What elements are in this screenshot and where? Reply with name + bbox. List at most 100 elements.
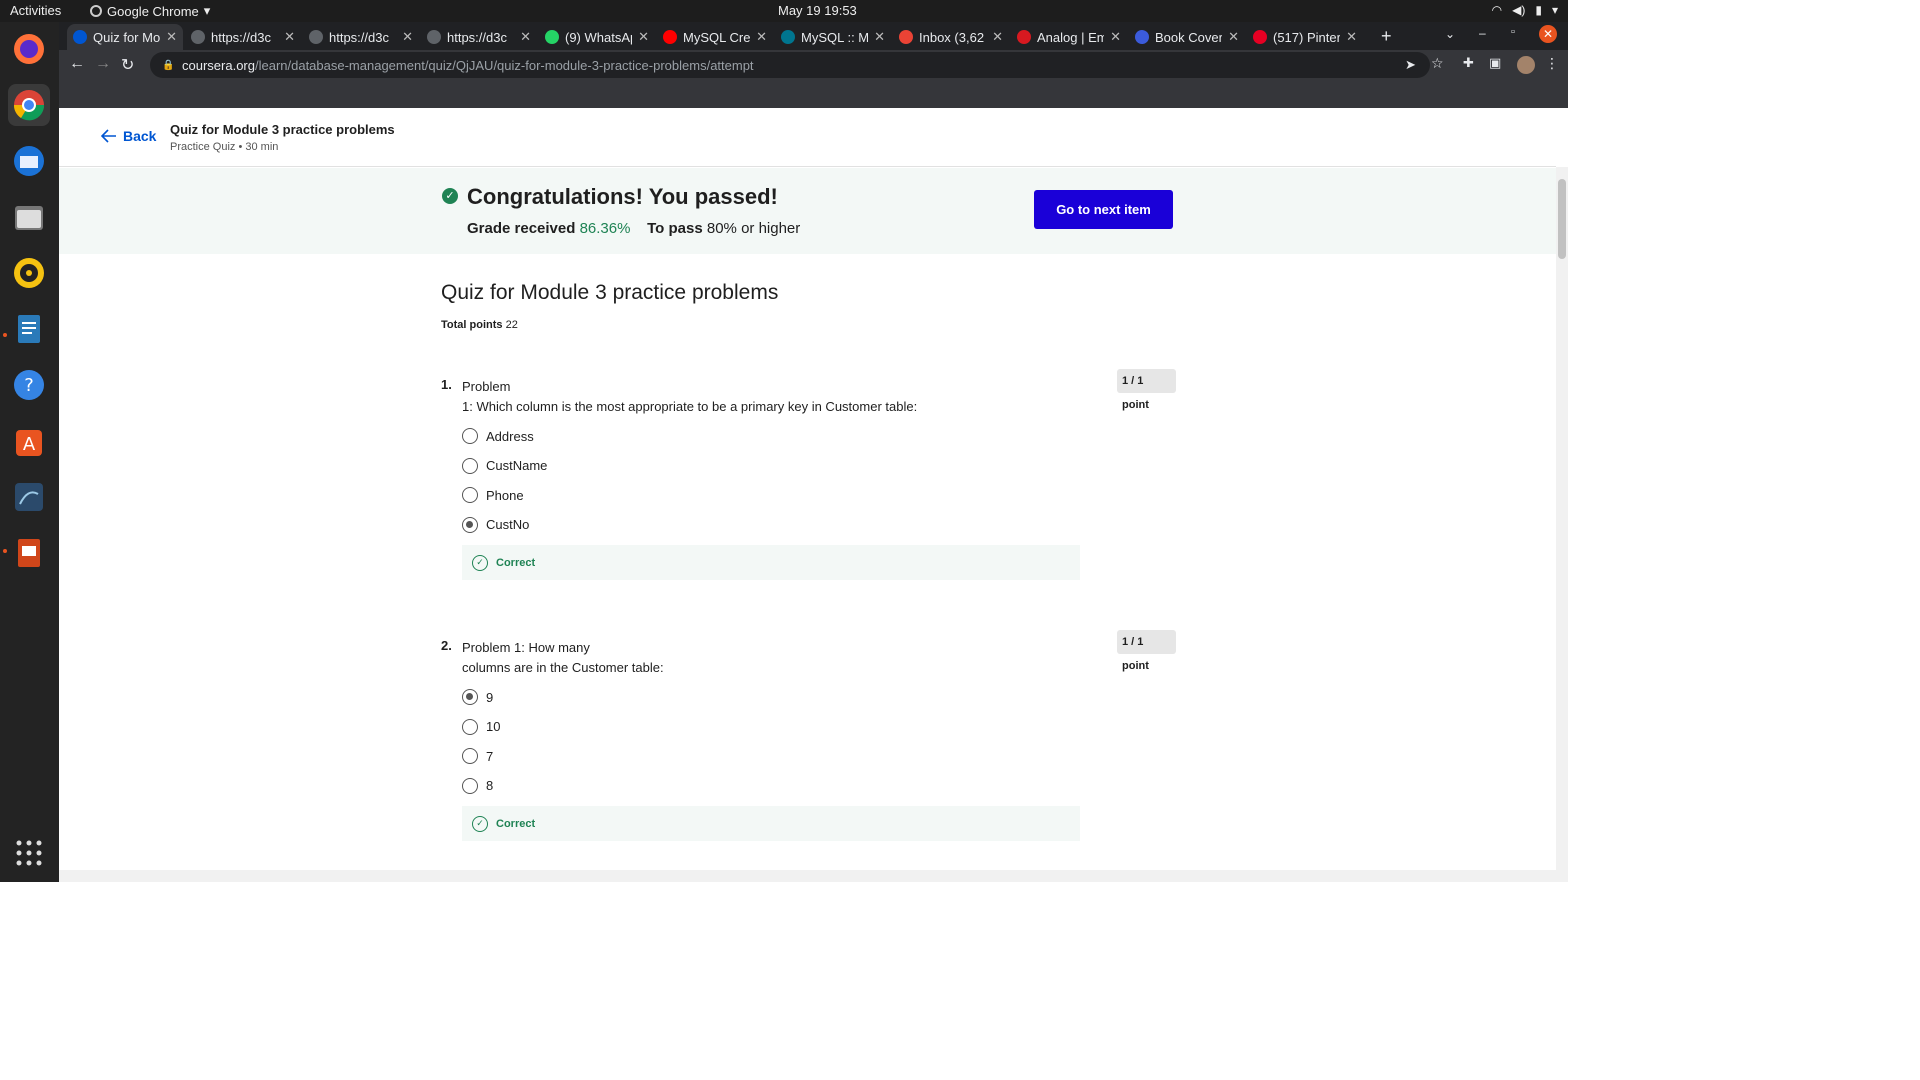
mysql-icon bbox=[781, 30, 795, 44]
tab-close-icon[interactable]: ✕ bbox=[402, 29, 413, 45]
wifi-icon: ◠ bbox=[1491, 3, 1503, 17]
tab-close-icon[interactable]: ✕ bbox=[1228, 29, 1239, 45]
header-subtitle: Practice Quiz • 30 min bbox=[170, 141, 279, 153]
question-number: 1. bbox=[441, 377, 452, 392]
answer-option[interactable]: CustName bbox=[462, 457, 547, 474]
firefox-icon[interactable] bbox=[8, 28, 50, 70]
option-label: 9 bbox=[486, 689, 494, 705]
browser-tab[interactable]: https://d3c ✕ bbox=[421, 24, 537, 50]
tab-search-icon[interactable]: ⌄ bbox=[1445, 27, 1455, 41]
back-label: Back bbox=[123, 128, 157, 144]
activities-button[interactable]: Activities bbox=[10, 3, 61, 18]
mysql-workbench-icon[interactable] bbox=[8, 476, 50, 518]
url-host: coursera.org bbox=[182, 57, 255, 73]
browser-tab[interactable]: Book Cover ✕ bbox=[1129, 24, 1245, 50]
gmail-icon bbox=[899, 30, 913, 44]
kebab-menu-icon[interactable]: ⋮ bbox=[1545, 55, 1559, 72]
tab-close-icon[interactable]: ✕ bbox=[284, 29, 295, 45]
whatsapp-icon bbox=[545, 30, 559, 44]
pass-headline: Congratulations! You passed! bbox=[467, 184, 778, 209]
extensions-icon[interactable]: ✚ bbox=[1463, 55, 1474, 71]
radio-button[interactable] bbox=[462, 516, 478, 533]
browser-tab[interactable]: https://d3c ✕ bbox=[303, 24, 419, 50]
browser-tab[interactable]: MySQL :: My ✕ bbox=[775, 24, 891, 50]
send-icon[interactable]: ➤ bbox=[1405, 57, 1416, 73]
tab-close-icon[interactable]: ✕ bbox=[874, 29, 885, 45]
tab-close-icon[interactable]: ✕ bbox=[1346, 29, 1357, 45]
radio-button[interactable] bbox=[462, 487, 478, 503]
scrollbar-thumb[interactable] bbox=[1558, 179, 1566, 259]
answer-option[interactable]: Address bbox=[462, 428, 534, 444]
rhythmbox-icon[interactable] bbox=[8, 252, 50, 294]
software-center-icon[interactable]: A bbox=[8, 420, 50, 462]
answer-option[interactable]: 8 bbox=[462, 777, 493, 794]
tab-close-icon[interactable]: ✕ bbox=[638, 29, 649, 45]
bookmarks-bar bbox=[59, 80, 1568, 108]
lock-icon: 🔒 bbox=[162, 60, 175, 71]
reload-icon[interactable]: ↻ bbox=[121, 55, 134, 75]
browser-tab[interactable]: Quiz for Mo ✕ bbox=[67, 24, 183, 50]
radio-button[interactable] bbox=[462, 428, 478, 444]
browser-tab[interactable]: (517) Pinter ✕ bbox=[1247, 24, 1363, 50]
feedback-label: Correct bbox=[496, 817, 536, 830]
total-points: Total points 22 bbox=[441, 319, 518, 331]
app-menu[interactable]: Google Chrome ▾ bbox=[90, 3, 210, 19]
horizontal-scrollbar[interactable] bbox=[59, 870, 1556, 882]
minimize-icon[interactable]: – bbox=[1479, 26, 1486, 40]
writer-icon[interactable] bbox=[8, 308, 50, 350]
grade-value: 86.36% bbox=[579, 220, 631, 237]
quiz-header: Back Quiz for Module 3 practice problems… bbox=[59, 108, 1556, 167]
radio-button[interactable] bbox=[462, 777, 478, 794]
answer-option[interactable]: 7 bbox=[462, 748, 493, 764]
answer-option[interactable]: 10 bbox=[462, 718, 501, 735]
tab-close-icon[interactable]: ✕ bbox=[1110, 29, 1121, 45]
tab-close-icon[interactable]: ✕ bbox=[166, 29, 177, 45]
address-bar[interactable]: 🔒 coursera.org /learn/database-managemen… bbox=[150, 52, 1430, 78]
show-apps-icon[interactable] bbox=[8, 832, 50, 874]
browser-tab[interactable]: (9) WhatsAp ✕ bbox=[539, 24, 655, 50]
chrome-dock-icon[interactable] bbox=[8, 84, 50, 126]
radio-button[interactable] bbox=[462, 748, 478, 764]
go-to-next-item-button[interactable]: Go to next item bbox=[1034, 190, 1173, 229]
globe-icon bbox=[191, 30, 205, 44]
bookmark-star-icon[interactable]: ☆ bbox=[1431, 55, 1444, 72]
radio-button[interactable] bbox=[462, 457, 478, 474]
back-arrow-icon[interactable]: ← bbox=[69, 55, 85, 73]
feedback-box: ✓ Correct bbox=[462, 806, 1080, 841]
tab-close-icon[interactable]: ✕ bbox=[756, 29, 767, 45]
option-label: 10 bbox=[486, 719, 501, 734]
answer-option[interactable]: Phone bbox=[462, 487, 524, 503]
help-icon[interactable]: ? bbox=[8, 364, 50, 406]
impress-icon[interactable] bbox=[8, 532, 50, 574]
system-tray[interactable]: ◠ ◀) ▮ ▾ bbox=[1492, 3, 1558, 17]
restore-icon[interactable]: ▫ bbox=[1511, 26, 1515, 38]
vertical-scrollbar[interactable] bbox=[1556, 167, 1568, 882]
browser-toolbar: ← → ↻ 🔒 coursera.org /learn/database-man… bbox=[59, 50, 1568, 80]
answer-option[interactable]: CustNo bbox=[462, 516, 530, 533]
back-link[interactable]: Back bbox=[101, 128, 156, 144]
browser-tab[interactable]: MySQL Crea ✕ bbox=[657, 24, 773, 50]
chevron-down-icon: ▾ bbox=[203, 3, 211, 18]
new-tab-icon[interactable]: + bbox=[1381, 26, 1392, 47]
thunderbird-icon[interactable] bbox=[8, 140, 50, 182]
side-panel-icon[interactable]: ▣ bbox=[1489, 55, 1501, 71]
browser-tab[interactable]: https://d3c ✕ bbox=[185, 24, 301, 50]
radio-button[interactable] bbox=[462, 689, 478, 705]
profile-avatar[interactable] bbox=[1517, 56, 1535, 74]
option-label: Phone bbox=[486, 487, 524, 503]
clock[interactable]: May 19 19:53 bbox=[778, 3, 857, 18]
analog-icon bbox=[1017, 30, 1031, 44]
browser-tab[interactable]: Analog | Em ✕ bbox=[1011, 24, 1127, 50]
browser-tab[interactable]: Inbox (3,62 ✕ bbox=[893, 24, 1009, 50]
forward-arrow-icon[interactable]: → bbox=[95, 55, 111, 73]
option-label: CustNo bbox=[486, 517, 530, 532]
chrome-icon bbox=[90, 5, 102, 17]
files-icon[interactable] bbox=[8, 196, 50, 238]
answer-option[interactable]: 9 bbox=[462, 689, 493, 705]
close-window-icon[interactable]: ✕ bbox=[1539, 25, 1557, 43]
tab-close-icon[interactable]: ✕ bbox=[520, 29, 531, 45]
radio-button[interactable] bbox=[462, 718, 478, 735]
tab-title: MySQL Crea bbox=[683, 29, 751, 45]
tab-close-icon[interactable]: ✕ bbox=[992, 29, 1003, 45]
feedback-label: Correct bbox=[496, 556, 536, 569]
